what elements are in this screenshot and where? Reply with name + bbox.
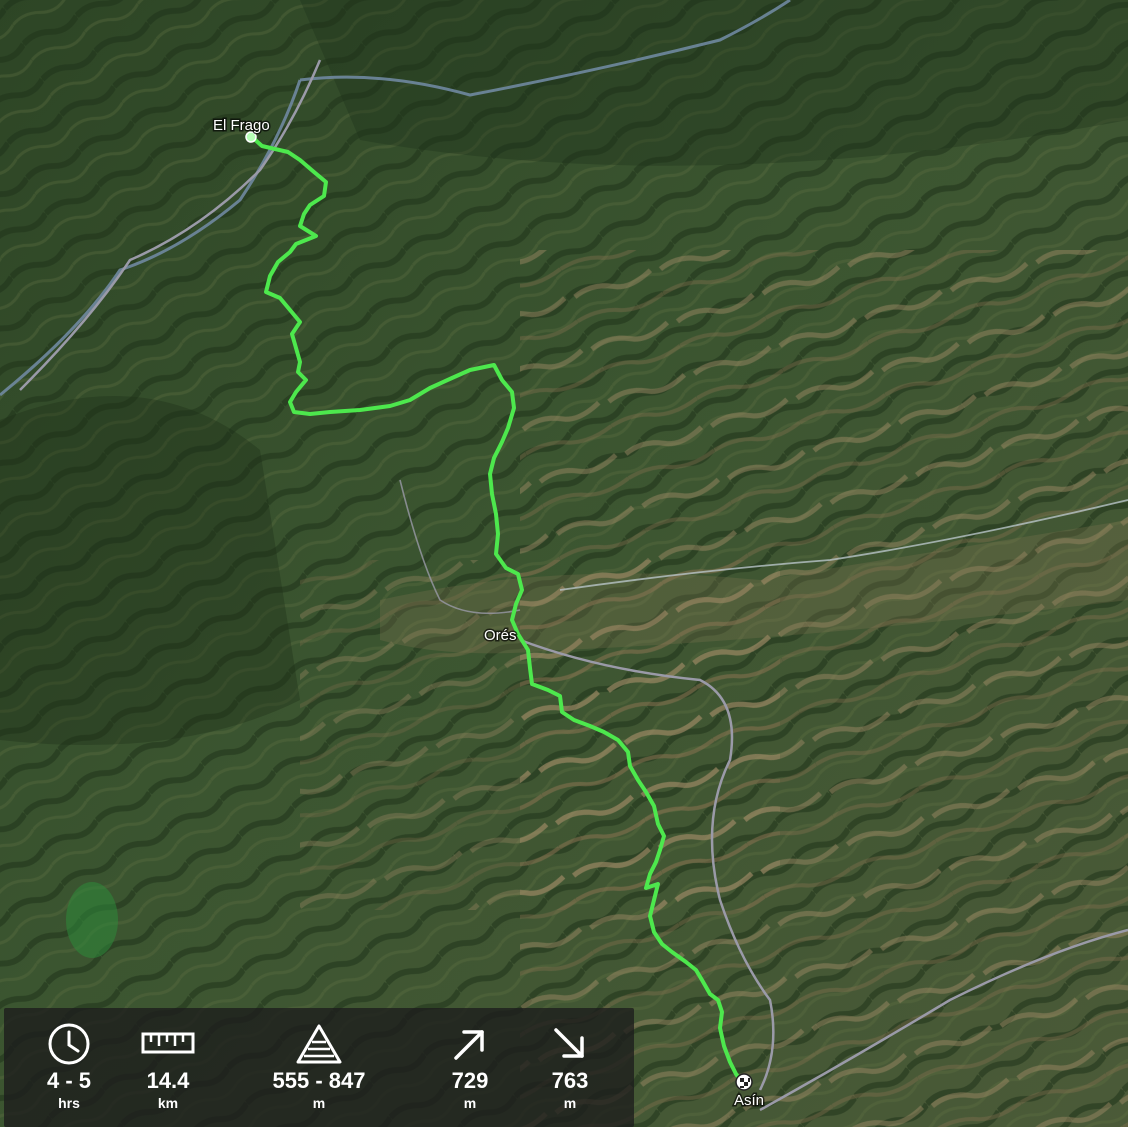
stat-distance: 14.4 km bbox=[113, 1008, 223, 1127]
place-label-el-frago: El Frago bbox=[213, 117, 270, 134]
place-label-ores: Orés bbox=[484, 627, 517, 644]
route-stats-panel: 4 - 5 hrs 14.4 km 555 - 847 m 729 m 763 … bbox=[4, 1008, 634, 1127]
stat-duration: 4 - 5 hrs bbox=[14, 1008, 124, 1127]
duration-unit: hrs bbox=[58, 1095, 80, 1111]
descent-unit: m bbox=[563, 1095, 577, 1111]
elevation-icon bbox=[296, 1024, 342, 1064]
stat-ascent: 729 m bbox=[415, 1008, 525, 1127]
ruler-icon bbox=[141, 1032, 195, 1054]
place-label-asin: Asín bbox=[734, 1092, 764, 1109]
green-field bbox=[66, 882, 118, 958]
ascent-value: 729 bbox=[451, 1068, 489, 1093]
distance-unit: km bbox=[157, 1095, 179, 1111]
ascent-unit: m bbox=[463, 1095, 477, 1111]
descent-arrow-icon bbox=[554, 1028, 584, 1058]
distance-value: 14.4 bbox=[146, 1068, 190, 1093]
satellite-map[interactable]: El Frago Orés Asín bbox=[0, 0, 1128, 1127]
ascent-arrow-icon bbox=[454, 1030, 484, 1060]
duration-value: 4 - 5 bbox=[46, 1068, 92, 1093]
shadow-west bbox=[0, 396, 300, 745]
descent-value: 763 bbox=[551, 1068, 589, 1093]
elevation-unit: m bbox=[312, 1095, 326, 1111]
clock-icon bbox=[48, 1023, 90, 1065]
finish-marker[interactable] bbox=[735, 1073, 753, 1091]
stat-descent: 763 m bbox=[515, 1008, 625, 1127]
elevation-value: 555 - 847 bbox=[272, 1068, 366, 1093]
stat-elevation: 555 - 847 m bbox=[244, 1008, 394, 1127]
